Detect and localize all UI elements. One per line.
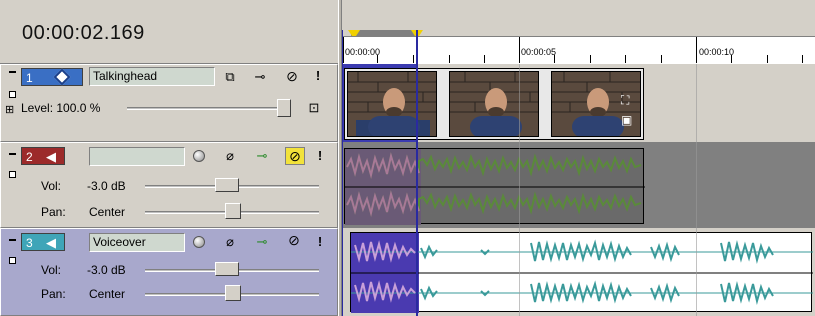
composite-mode-icon[interactable]: ⧉ xyxy=(221,70,239,84)
circle-icon[interactable] xyxy=(193,236,205,248)
ruler-tick xyxy=(343,37,344,63)
audio-clip[interactable] xyxy=(350,232,813,313)
diamond-icon xyxy=(53,68,71,86)
level-label: Level: 100.0 % xyxy=(21,101,101,115)
track-header-1[interactable]: 1 Talkinghead ⧉ ⊸ ⊘ ! ⊞ Level: 100.0 % ⊡ xyxy=(0,64,338,142)
minimize-track-icon[interactable] xyxy=(9,71,16,73)
wand-icon[interactable]: ⌀ xyxy=(221,149,239,163)
video-clip[interactable]: ⛶ ▣ xyxy=(344,68,644,140)
pan-value: Center xyxy=(89,205,126,219)
ruler-track[interactable]: 00:00:00 00:00:05 00:00:10 xyxy=(341,36,815,64)
gridline xyxy=(519,64,520,316)
ruler-tick xyxy=(696,37,697,63)
ruler-label-5: 00:00:05 xyxy=(521,47,557,57)
ruler-tick xyxy=(413,55,414,63)
pan-slider-thumb[interactable] xyxy=(225,203,241,219)
pan-value: Center xyxy=(89,287,126,301)
track-lane-1[interactable]: ⛶ ▣ xyxy=(342,64,815,142)
no-icon[interactable]: ⊘ xyxy=(285,233,303,247)
video-frame-thumbnail xyxy=(449,71,539,137)
track-number-label: 1 xyxy=(26,71,33,85)
track-name-field[interactable]: Talkinghead xyxy=(89,67,215,86)
track-name-field[interactable] xyxy=(89,147,185,166)
pan-crop-icon[interactable]: ⛶ xyxy=(621,93,629,108)
speaker-icon: ◀ xyxy=(46,149,56,164)
ruler-tick xyxy=(554,55,555,63)
voiceover-waveform xyxy=(351,233,813,313)
track-number-2[interactable]: 2 ◀ xyxy=(21,147,65,165)
track-number-3[interactable]: 3 ◀ xyxy=(21,233,65,251)
ruler-tick xyxy=(519,37,520,63)
media-fx-icon[interactable]: ▣ xyxy=(621,113,632,127)
composite-icon[interactable]: ⊡ xyxy=(305,101,323,115)
plug-icon[interactable]: ⊸ xyxy=(253,235,271,249)
pan-slider-thumb[interactable] xyxy=(225,285,241,301)
plug-icon[interactable]: ⊸ xyxy=(253,149,271,163)
compositing-child-icon[interactable]: ⊞ xyxy=(5,103,14,116)
plug-icon[interactable]: ⊸ xyxy=(251,70,269,84)
vol-value: -3.0 dB xyxy=(87,263,126,277)
track-number-1[interactable]: 1 xyxy=(21,68,83,86)
track-lane-3[interactable] xyxy=(342,228,815,316)
video-frame-thumbnail xyxy=(347,71,437,137)
talkinghead-thumbnail xyxy=(348,72,436,136)
audio-waveform xyxy=(345,149,645,225)
pan-label: Pan: xyxy=(41,205,66,219)
pan-label: Pan: xyxy=(41,287,66,301)
exclamation-icon[interactable]: ! xyxy=(311,235,329,249)
vol-label: Vol: xyxy=(41,263,62,277)
ruler-label-10: 00:00:10 xyxy=(699,47,735,57)
exclamation-icon[interactable]: ! xyxy=(311,149,329,163)
ruler-tick xyxy=(449,55,450,63)
expand-track-icon[interactable] xyxy=(9,257,16,264)
expand-track-icon[interactable] xyxy=(9,171,16,178)
speaker-icon: ◀ xyxy=(46,235,56,250)
ruler-tick xyxy=(484,55,485,63)
level-slider-thumb[interactable] xyxy=(277,99,291,117)
level-slider-track[interactable] xyxy=(127,107,291,110)
vol-label: Vol: xyxy=(41,179,62,193)
minimize-track-icon[interactable] xyxy=(9,153,16,155)
expand-track-icon[interactable] xyxy=(9,91,16,98)
track-header-3[interactable]: 3 ◀ Voiceover ⌀ ⊸ ⊘ ! Vol: -3.0 dB Pan: … xyxy=(0,228,338,316)
volume-slider-thumb[interactable] xyxy=(215,262,239,276)
ruler-tick xyxy=(731,55,732,63)
circle-icon[interactable] xyxy=(193,150,205,162)
no-icon[interactable]: ⊘ xyxy=(285,147,305,165)
no-icon[interactable]: ⊘ xyxy=(283,69,301,83)
track-header-2[interactable]: 2 ◀ ⌀ ⊸ ⊘ ! Vol: -3.0 dB Pan: Center xyxy=(0,142,338,228)
minimize-track-icon[interactable] xyxy=(9,239,16,241)
ruler-tick xyxy=(767,55,768,63)
ruler-tick xyxy=(661,55,662,63)
audio-clip[interactable] xyxy=(344,148,645,225)
vol-value: -3.0 dB xyxy=(87,179,126,193)
ruler-tick xyxy=(377,55,378,63)
track-lane-2[interactable] xyxy=(342,142,815,228)
ruler-tick xyxy=(802,55,803,63)
talkinghead-thumbnail xyxy=(450,72,538,136)
wand-icon[interactable]: ⌀ xyxy=(221,235,239,249)
gridline xyxy=(696,64,697,316)
timecode-panel: 00:00:02.169 xyxy=(0,0,340,64)
ruler-tick xyxy=(590,55,591,63)
track-name-field[interactable]: Voiceover xyxy=(89,233,185,252)
track-number-label: 2 xyxy=(26,150,33,164)
ruler-tick xyxy=(625,55,626,63)
timeline-ruler[interactable]: 00:00:00 00:00:05 00:00:10 xyxy=(341,0,815,64)
exclamation-icon[interactable]: ! xyxy=(309,69,327,83)
track-number-label: 3 xyxy=(26,236,33,250)
volume-slider-thumb[interactable] xyxy=(215,178,239,192)
ruler-label-0: 00:00:00 xyxy=(345,47,381,57)
timecode-display: 00:00:02.169 xyxy=(22,22,145,44)
